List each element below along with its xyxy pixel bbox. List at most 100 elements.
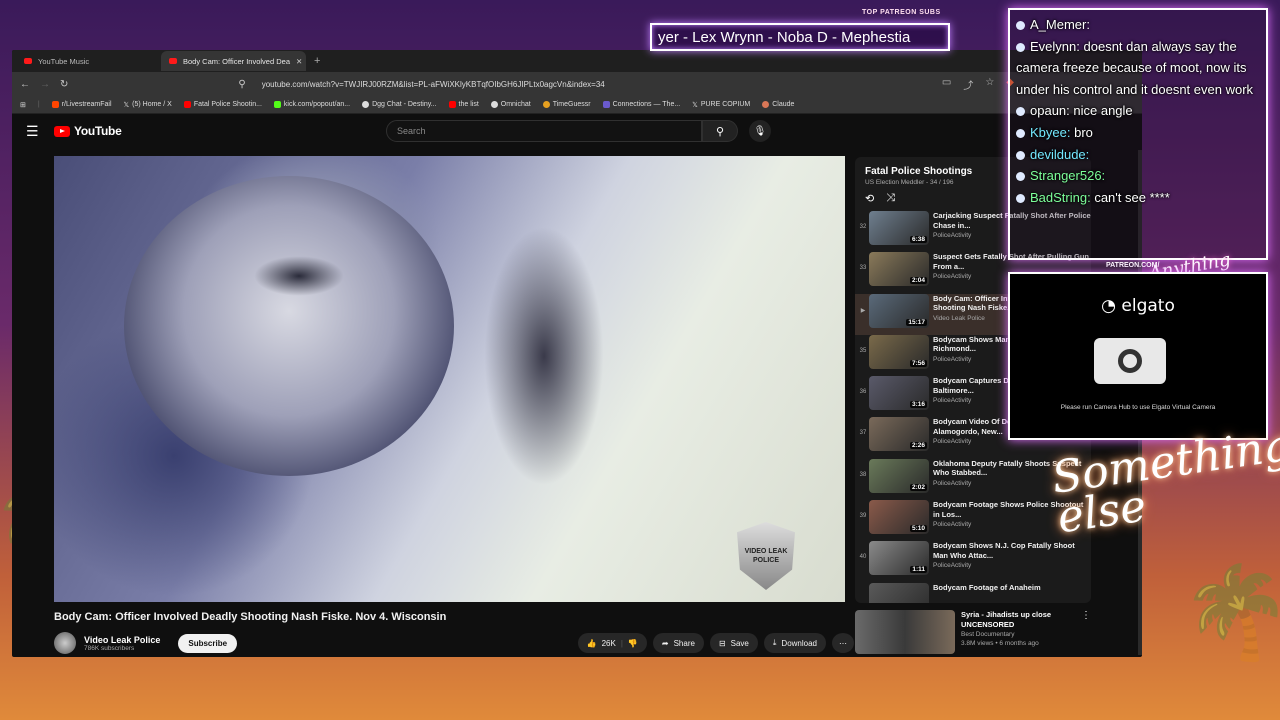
playlist-thumbnail[interactable]: 6:38 — [869, 211, 929, 245]
duration-badge: 7:56 — [909, 359, 927, 367]
video-frame-shadow — [484, 226, 604, 486]
chat-text: can't see **** — [1094, 189, 1170, 205]
timeguessr-icon — [542, 101, 550, 108]
webcam-frame: ◔ elgato Please run Camera Hub to use El… — [1008, 272, 1268, 440]
connections-icon — [602, 101, 610, 108]
badge-icon — [1016, 107, 1025, 117]
playlist-thumbnail[interactable]: 1:11 — [869, 541, 929, 576]
patreon-url: PATREON.COM/ — [1106, 262, 1160, 269]
camera-lens-icon — [1118, 349, 1142, 373]
playlist-thumbnail[interactable]: 2:26 — [869, 417, 929, 452]
playlist-thumbnail[interactable]: 7:56 — [869, 334, 929, 369]
bookmark-item[interactable]: Connections — The... — [602, 101, 680, 108]
recommended-channel: Best Documentary — [961, 631, 1015, 638]
site-info-icon[interactable]: ⚲ — [238, 79, 245, 90]
share-icon[interactable]: ⤴ — [963, 77, 973, 92]
playlist-index: 37 — [859, 430, 867, 437]
video-title: Body Cam: Officer Involved Deadly Shooti… — [54, 611, 447, 623]
download-button[interactable]: ⤓ Download — [763, 633, 826, 653]
new-tab-button[interactable]: + — [306, 55, 328, 67]
tab-youtube-music[interactable]: YouTube Music — [16, 51, 161, 71]
chat-username: opaun: — [1030, 103, 1070, 119]
bookmark-item[interactable]: kick.com/popout/an... — [273, 101, 350, 108]
youtube-logo[interactable]: YouTube — [54, 124, 122, 138]
more-actions-button[interactable]: ⋯ — [832, 633, 854, 653]
playlist-index: 33 — [859, 265, 867, 272]
tab-bar: YouTube Music Body Cam: Officer Involved… — [12, 50, 1142, 72]
bookmark-item[interactable]: Omnichat — [490, 101, 531, 108]
bookmark-item[interactable]: TimeGuessr — [542, 101, 591, 108]
close-tab-icon[interactable]: ✕ — [296, 57, 302, 66]
bookmark-item[interactable]: Fatal Police Shootin... — [183, 101, 262, 108]
search-button[interactable]: ⚲ — [702, 120, 738, 142]
bookmark-item[interactable]: r/LivestreamFail — [51, 101, 112, 108]
playlist-thumbnail[interactable]: 3:16 — [869, 376, 929, 411]
install-app-icon[interactable]: ▭ — [942, 77, 951, 92]
bookmark-item[interactable]: 𝕏 PURE COPIUM — [692, 101, 750, 109]
back-icon[interactable]: ← — [20, 79, 30, 90]
stream-chat-overlay: A_Memer: Evelynn: doesnt dan always say … — [1008, 8, 1268, 260]
channel-row: Video Leak Police 786K subscribers Subsc… — [54, 630, 854, 656]
playlist-index: 36 — [859, 389, 867, 396]
playlist-thumbnail[interactable]: 2:02 — [869, 458, 929, 493]
search-icon: ⚲ — [715, 125, 725, 138]
thumbs-down-icon[interactable]: 👎 — [628, 639, 638, 648]
recommended-meta: 3.8M views • 6 months ago — [961, 640, 1039, 647]
tab-current-video[interactable]: Body Cam: Officer Involved Dea ✕ — [161, 51, 306, 71]
watermark-badge: VIDEO LEAK POLICE — [737, 522, 795, 590]
playlist-item[interactable]: 40 1:11 Bodycam Shows N.J. Cop Fatally Sho… — [855, 541, 1091, 582]
playlist-index: 32 — [859, 224, 867, 230]
duration-badge: 2:26 — [909, 442, 927, 450]
bookmark-item[interactable]: Dgg Chat - Destiny... — [362, 101, 437, 108]
patreon-subs-label: TOP PATREON SUBS — [862, 9, 941, 16]
video-player[interactable]: VIDEO LEAK POLICE — [54, 156, 845, 602]
badge-icon — [1016, 42, 1025, 52]
bookmark-star-icon[interactable]: ☆ — [985, 77, 994, 92]
chat-username: Evelynn: — [1030, 38, 1080, 54]
badge-icon — [1016, 172, 1025, 182]
channel-avatar[interactable] — [54, 632, 76, 654]
channel-name[interactable]: Video Leak Police — [84, 635, 160, 645]
playlist-thumbnail[interactable]: 2:04 — [869, 252, 929, 287]
voice-search-button[interactable]: 🎙 — [749, 120, 771, 142]
url-field[interactable]: youtube.com/watch?v=TWJIRJ00RZM&list=PL-… — [262, 80, 605, 89]
search-input[interactable]: Search — [386, 120, 702, 142]
like-button[interactable]: 👍 26K | 👎 — [577, 633, 647, 653]
reload-icon[interactable]: ↻ — [60, 79, 68, 90]
playlist-thumbnail[interactable]: 15:17 — [869, 293, 929, 328]
bookmark-item[interactable]: the list — [448, 101, 479, 108]
playlist-item-title[interactable]: Bodycam Footage of Anaheim — [933, 583, 1091, 593]
chat-username: A_Memer: — [1030, 17, 1090, 32]
duration-badge: 2:04 — [909, 277, 927, 285]
elgato-logo: ◔ elgato — [1101, 296, 1175, 316]
duration-badge: 3:16 — [909, 401, 927, 409]
badge-icon — [1016, 129, 1025, 139]
chat-username: BadString: — [1030, 189, 1091, 205]
forward-icon[interactable]: → — [40, 79, 50, 90]
bookmark-item[interactable]: Claude — [762, 101, 794, 108]
youtube-favicon-icon — [448, 101, 456, 108]
shuffle-icon[interactable]: ⤨ — [886, 192, 895, 205]
playlist-thumbnail[interactable]: 5:10 — [869, 500, 929, 535]
playlist-thumbnail[interactable] — [869, 582, 929, 603]
share-button[interactable]: ➦ Share — [652, 633, 704, 653]
video-frame-shadow — [254, 256, 344, 296]
recommended-thumbnail[interactable] — [855, 610, 955, 654]
recommended-title[interactable]: Syria - Jihadists up close UNCENSORED — [961, 610, 1081, 629]
save-button[interactable]: ⊟ Save — [709, 633, 758, 653]
loop-icon[interactable]: ⟲ — [865, 192, 874, 205]
chat-message: Stranger526: — [1016, 165, 1260, 187]
subscribe-button[interactable]: Subscribe — [178, 633, 238, 653]
address-bar: ← → ↻ ⚲ youtube.com/watch?v=TWJIRJ00RZM&… — [12, 72, 1142, 96]
dgg-icon — [362, 101, 370, 108]
apps-grid-icon[interactable]: ⊞ — [20, 101, 26, 109]
playlist-item[interactable]: Bodycam Footage of Anaheim — [855, 582, 1091, 603]
duration-badge: 1:11 — [910, 566, 927, 574]
bookmark-item[interactable]: 𝕏 (5) Home / X — [124, 101, 172, 109]
menu-icon[interactable]: ☰ — [26, 123, 48, 140]
more-vert-icon[interactable]: ⋮ — [1081, 610, 1091, 656]
bookmarks-bar: ⊞ | r/LivestreamFail 𝕏 (5) Home / X Fatal… — [12, 96, 1142, 114]
recommended-video[interactable]: Syria - Jihadists up close UNCENSORED Be… — [855, 610, 1091, 656]
badge-icon — [1016, 193, 1025, 203]
playlist-item-title[interactable]: Bodycam Shows N.J. Cop Fatally Shoot Man… — [933, 541, 1091, 560]
